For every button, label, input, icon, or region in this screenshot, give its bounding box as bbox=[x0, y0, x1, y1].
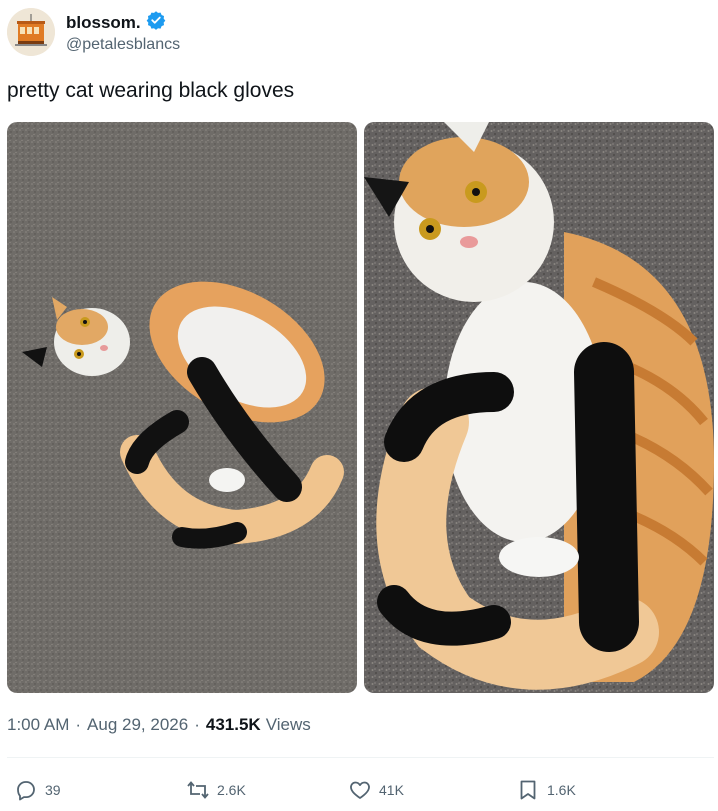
like-count: 41K bbox=[379, 782, 404, 798]
bookmark-button[interactable]: 1.6K bbox=[516, 778, 576, 802]
divider bbox=[7, 757, 714, 758]
heart-icon bbox=[350, 781, 370, 799]
verified-badge-icon[interactable] bbox=[146, 10, 166, 35]
tweet-meta: 1:00 AM · Aug 29, 2026 · 431.5K Views bbox=[7, 715, 311, 735]
author-display-name[interactable]: blossom. bbox=[66, 13, 141, 33]
tweet-image-2[interactable] bbox=[364, 122, 714, 693]
meta-separator: · bbox=[75, 715, 82, 734]
repost-button[interactable]: 2.6K bbox=[186, 778, 246, 802]
reply-button[interactable]: 39 bbox=[14, 778, 61, 802]
reply-icon bbox=[17, 781, 35, 801]
tweet-image-1[interactable] bbox=[7, 122, 357, 693]
cat-photo-closeup bbox=[364, 122, 714, 693]
views-count: 431.5K bbox=[205, 715, 261, 734]
author-name-row: blossom. bbox=[66, 10, 166, 35]
bookmark-icon bbox=[520, 780, 536, 800]
like-button[interactable]: 41K bbox=[348, 778, 404, 802]
bookmark-count: 1.6K bbox=[547, 782, 576, 798]
views-label: Views bbox=[265, 715, 311, 734]
author-avatar[interactable] bbox=[7, 8, 55, 56]
tweet-date[interactable]: Aug 29, 2026 bbox=[87, 715, 188, 735]
cat-photo-full bbox=[7, 122, 357, 693]
meta-separator: · bbox=[194, 715, 200, 734]
tram-avatar-icon bbox=[7, 8, 55, 56]
author-handle[interactable]: @petalesblancs bbox=[66, 36, 180, 54]
repost-count: 2.6K bbox=[217, 782, 246, 798]
tweet-time[interactable]: 1:00 AM bbox=[7, 715, 69, 735]
reply-count: 39 bbox=[45, 782, 61, 798]
tweet-actions: 39 2.6K 41K 1.6K bbox=[0, 768, 718, 810]
repost-icon bbox=[187, 781, 209, 799]
tweet-text: pretty cat wearing black gloves bbox=[7, 79, 295, 102]
